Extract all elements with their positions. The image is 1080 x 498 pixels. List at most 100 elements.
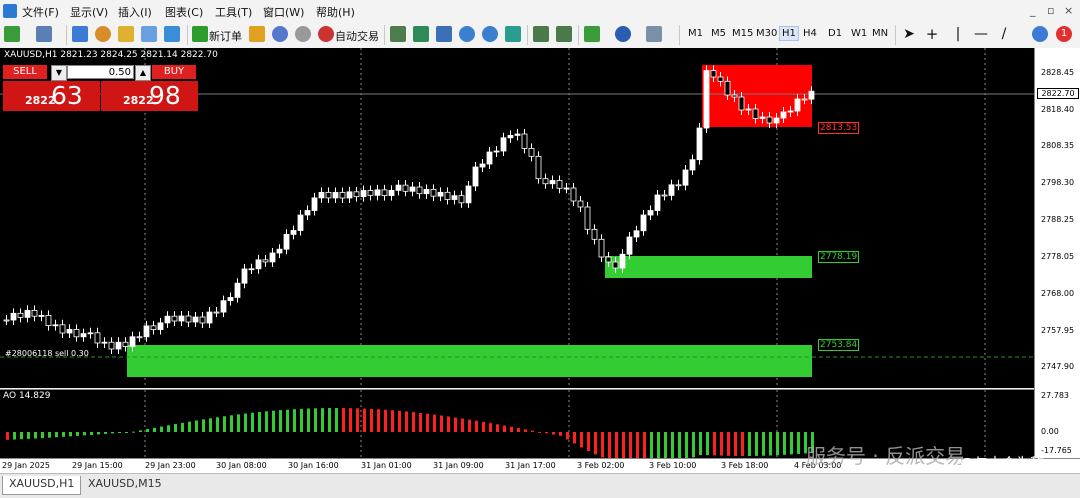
tf-h4[interactable]: H4	[803, 28, 817, 39]
candle-body	[66, 328, 73, 334]
profiles-icon[interactable]	[36, 26, 52, 42]
menu-file[interactable]: 文件(F)	[22, 4, 59, 20]
cursor-icon[interactable]: ➤	[901, 26, 917, 42]
line-chart-icon[interactable]	[436, 26, 452, 42]
autotrade-button[interactable]: 自动交易	[335, 28, 379, 44]
menu-view[interactable]: 显示(V)	[70, 4, 108, 20]
periods-icon[interactable]	[615, 26, 631, 42]
lot-size-input[interactable]: 0.50	[67, 65, 134, 79]
menu-charts[interactable]: 图表(C)	[165, 4, 203, 20]
vertical-line-icon[interactable]: |	[950, 26, 966, 42]
ao-bar	[300, 408, 303, 432]
tf-w1[interactable]: W1	[851, 28, 867, 39]
tile-windows-icon[interactable]	[505, 26, 521, 42]
market-icon[interactable]	[295, 26, 311, 42]
tf-h1[interactable]: H1	[779, 26, 799, 41]
new-order-button[interactable]: 新订单	[209, 28, 242, 44]
tester-icon[interactable]	[164, 26, 180, 42]
market-watch-icon[interactable]	[72, 26, 88, 42]
data-window-icon[interactable]	[118, 26, 134, 42]
candle-body	[696, 127, 703, 161]
terminal-icon[interactable]	[141, 26, 157, 42]
autotrade-icon[interactable]	[318, 26, 334, 42]
zoom-out-icon[interactable]	[482, 26, 498, 42]
ao-bar	[650, 432, 653, 459]
time-tick: 30 Jan 16:00	[288, 461, 339, 470]
ao-bar	[307, 408, 310, 432]
candle-body	[269, 252, 276, 263]
ao-bar	[440, 415, 443, 432]
close-button[interactable]: ×	[1064, 4, 1073, 17]
chart-tabs: XAUUSD,H1 XAUUSD,M15	[0, 473, 1080, 498]
ao-bar	[76, 432, 79, 436]
horizontal-line-icon[interactable]: —	[973, 26, 989, 42]
ao-bar	[153, 427, 156, 432]
ao-bar	[524, 429, 527, 432]
ao-bar	[293, 409, 296, 432]
restore-button[interactable]: ▫	[1047, 4, 1054, 17]
signals-icon[interactable]	[272, 26, 288, 42]
candle-body	[416, 186, 423, 195]
price-tick: 2778.05	[1041, 252, 1075, 261]
ao-bar	[510, 426, 513, 432]
templates-icon[interactable]	[646, 26, 662, 42]
ao-bar	[195, 420, 198, 432]
ao-bar	[349, 408, 352, 432]
lot-increase-button[interactable]: ▲	[135, 65, 151, 81]
search-icon[interactable]	[1032, 26, 1048, 42]
tf-m5[interactable]: M5	[711, 28, 726, 39]
tf-m30[interactable]: M30	[756, 28, 777, 39]
candle-body	[731, 94, 738, 98]
tab-xauusd-m15[interactable]: XAUUSD,M15	[82, 476, 168, 494]
buy-button[interactable]: BUY	[152, 65, 196, 79]
buy-price-box[interactable]: 2822 98	[101, 81, 198, 111]
lot-dropdown[interactable]: ▼	[51, 65, 67, 81]
menu-insert[interactable]: 插入(I)	[118, 4, 152, 20]
candle-body	[346, 191, 353, 199]
chart-shift-icon[interactable]	[556, 26, 572, 42]
candle-body	[31, 309, 38, 317]
tf-m15[interactable]: M15	[732, 28, 753, 39]
candle-body	[157, 322, 164, 330]
autoscroll-icon[interactable]	[533, 26, 549, 42]
candle-body	[73, 328, 80, 338]
tf-mn[interactable]: MN	[872, 28, 888, 39]
ao-bar	[286, 409, 289, 432]
time-tick: 31 Jan 01:00	[361, 461, 412, 470]
crosshair-icon[interactable]: +	[924, 26, 940, 42]
ao-bar	[783, 432, 786, 455]
candle-body	[479, 163, 486, 168]
notification-badge[interactable]: 1	[1056, 26, 1072, 42]
minimize-button[interactable]: _	[1030, 4, 1036, 17]
indicators-icon[interactable]	[584, 26, 600, 42]
tab-xauusd-h1[interactable]: XAUUSD,H1	[2, 476, 82, 495]
ao-bar	[181, 422, 184, 432]
time-tick: 3 Feb 18:00	[721, 461, 769, 470]
candle-body	[297, 214, 304, 231]
tf-d1[interactable]: D1	[828, 28, 842, 39]
candlestick-icon[interactable]	[413, 26, 429, 42]
candle-body	[241, 268, 248, 284]
sell-button[interactable]: SELL	[3, 65, 47, 79]
tf-m1[interactable]: M1	[688, 28, 703, 39]
metaeditor-icon[interactable]	[249, 26, 265, 42]
ao-bar	[48, 432, 51, 438]
navigator-icon[interactable]	[95, 26, 111, 42]
bar-chart-icon[interactable]	[390, 26, 406, 42]
new-order-icon[interactable]	[192, 26, 208, 42]
candle-body	[388, 189, 395, 197]
new-chart-icon[interactable]	[4, 26, 20, 42]
zoom-in-icon[interactable]	[459, 26, 475, 42]
menu-window[interactable]: 窗口(W)	[263, 4, 304, 20]
trendline-icon[interactable]: /	[996, 26, 1012, 42]
candle-body	[528, 148, 535, 157]
sell-price-box[interactable]: 2822 63	[3, 81, 100, 111]
ao-bar	[41, 432, 44, 439]
ao-bar	[13, 432, 16, 440]
candle-body	[290, 230, 297, 235]
menu-help[interactable]: 帮助(H)	[316, 4, 355, 20]
menu-tools[interactable]: 工具(T)	[215, 4, 252, 20]
ao-bar	[678, 432, 681, 459]
price-axis: 2828.45 2818.40 2808.35 2798.30 2788.25 …	[1034, 48, 1080, 458]
candle-body	[80, 333, 87, 338]
